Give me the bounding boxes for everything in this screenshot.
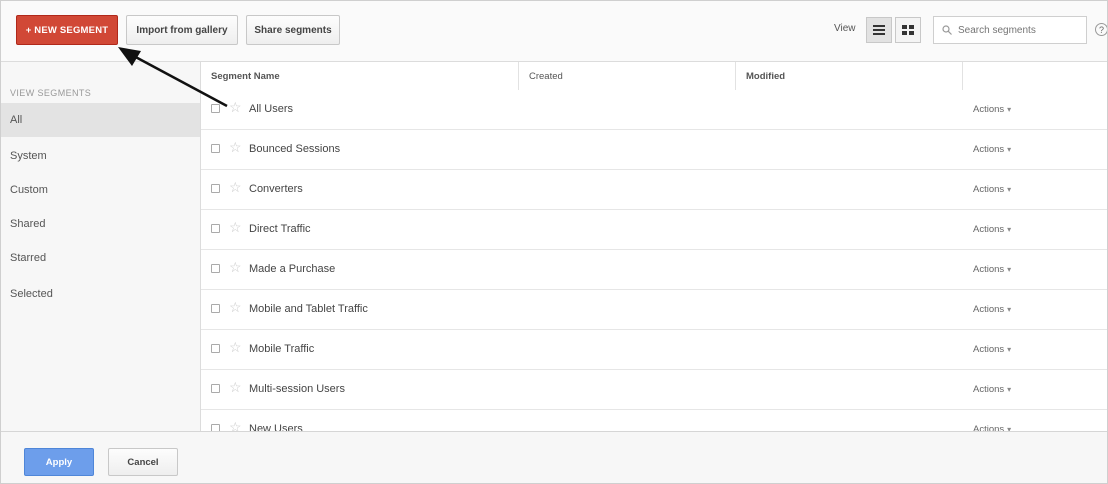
grid-view-toggle[interactable] bbox=[895, 17, 921, 43]
view-label: View bbox=[834, 23, 856, 34]
chevron-down-icon: ▾ bbox=[1007, 265, 1012, 274]
star-icon[interactable]: ☆ bbox=[229, 100, 242, 114]
table-row[interactable]: ☆ Converters Actions ▾ bbox=[201, 170, 1107, 210]
actions-dropdown[interactable]: Actions ▾ bbox=[973, 104, 1011, 115]
sidebar-item-all[interactable]: All bbox=[1, 103, 200, 137]
actions-dropdown[interactable]: Actions ▾ bbox=[973, 144, 1011, 155]
actions-label: Actions bbox=[973, 224, 1005, 235]
footer: Apply Cancel bbox=[1, 431, 1107, 483]
star-icon[interactable]: ☆ bbox=[229, 180, 242, 194]
segment-name[interactable]: All Users bbox=[249, 103, 293, 115]
segment-name[interactable]: New Users bbox=[249, 423, 303, 431]
search-icon bbox=[942, 25, 952, 35]
list-view-toggle[interactable] bbox=[866, 17, 892, 43]
segments-panel: + NEW SEGMENT Import from gallery Share … bbox=[0, 0, 1108, 484]
segment-name[interactable]: Made a Purchase bbox=[249, 263, 335, 275]
column-header-actions bbox=[963, 62, 1107, 90]
actions-dropdown[interactable]: Actions ▾ bbox=[973, 264, 1011, 275]
column-header-segment-name[interactable]: Segment Name bbox=[201, 62, 519, 90]
star-icon[interactable]: ☆ bbox=[229, 340, 242, 354]
segment-name[interactable]: Converters bbox=[249, 183, 303, 195]
sidebar-item-system[interactable]: System bbox=[1, 139, 200, 173]
actions-label: Actions bbox=[973, 184, 1005, 195]
actions-label: Actions bbox=[973, 144, 1005, 155]
toolbar: + NEW SEGMENT Import from gallery Share … bbox=[1, 1, 1107, 62]
table-row[interactable]: ☆ Made a Purchase Actions ▾ bbox=[201, 250, 1107, 290]
row-checkbox[interactable] bbox=[211, 384, 220, 393]
row-checkbox[interactable] bbox=[211, 344, 220, 353]
sidebar-item-selected[interactable]: Selected bbox=[1, 277, 200, 311]
column-header-created[interactable]: Created bbox=[519, 62, 736, 90]
actions-label: Actions bbox=[973, 424, 1005, 431]
grid-view-icon bbox=[902, 25, 914, 35]
star-icon[interactable]: ☆ bbox=[229, 300, 242, 314]
segment-name[interactable]: Multi-session Users bbox=[249, 383, 345, 395]
actions-dropdown[interactable]: Actions ▾ bbox=[973, 384, 1011, 395]
row-checkbox[interactable] bbox=[211, 144, 220, 153]
table-row[interactable]: ☆ Direct Traffic Actions ▾ bbox=[201, 210, 1107, 250]
actions-dropdown[interactable]: Actions ▾ bbox=[973, 224, 1011, 235]
sidebar-item-starred[interactable]: Starred bbox=[1, 241, 200, 275]
sidebar-heading: VIEW SEGMENTS bbox=[10, 88, 92, 98]
help-icon[interactable]: ? bbox=[1095, 23, 1107, 36]
table-row[interactable]: ☆ Mobile and Tablet Traffic Actions ▾ bbox=[201, 290, 1107, 330]
search-input[interactable] bbox=[956, 23, 1080, 37]
star-icon[interactable]: ☆ bbox=[229, 260, 242, 274]
star-icon[interactable]: ☆ bbox=[229, 140, 242, 154]
chevron-down-icon: ▾ bbox=[1007, 305, 1012, 314]
sidebar-item-custom[interactable]: Custom bbox=[1, 173, 200, 207]
segments-table: Segment Name Created Modified ☆ All User… bbox=[201, 62, 1107, 431]
row-checkbox[interactable] bbox=[211, 424, 220, 431]
sidebar-item-shared[interactable]: Shared bbox=[1, 207, 200, 241]
actions-label: Actions bbox=[973, 384, 1005, 395]
table-header: Segment Name Created Modified bbox=[201, 62, 1107, 91]
segment-name[interactable]: Direct Traffic bbox=[249, 223, 311, 235]
actions-label: Actions bbox=[973, 344, 1005, 355]
chevron-down-icon: ▾ bbox=[1007, 105, 1012, 114]
actions-label: Actions bbox=[973, 264, 1005, 275]
table-row[interactable]: ☆ Multi-session Users Actions ▾ bbox=[201, 370, 1107, 410]
row-checkbox[interactable] bbox=[211, 104, 220, 113]
star-icon[interactable]: ☆ bbox=[229, 420, 242, 431]
actions-label: Actions bbox=[973, 304, 1005, 315]
chevron-down-icon: ▾ bbox=[1007, 145, 1012, 154]
list-view-icon bbox=[873, 25, 885, 35]
row-checkbox[interactable] bbox=[211, 304, 220, 313]
actions-label: Actions bbox=[973, 104, 1005, 115]
actions-dropdown[interactable]: Actions ▾ bbox=[973, 304, 1011, 315]
table-row[interactable]: ☆ Bounced Sessions Actions ▾ bbox=[201, 130, 1107, 170]
segment-name[interactable]: Bounced Sessions bbox=[249, 143, 340, 155]
actions-dropdown[interactable]: Actions ▾ bbox=[973, 424, 1011, 431]
cancel-button[interactable]: Cancel bbox=[108, 448, 178, 476]
row-checkbox[interactable] bbox=[211, 224, 220, 233]
chevron-down-icon: ▾ bbox=[1007, 345, 1012, 354]
actions-dropdown[interactable]: Actions ▾ bbox=[973, 344, 1011, 355]
segment-name[interactable]: Mobile and Tablet Traffic bbox=[249, 303, 368, 315]
chevron-down-icon: ▾ bbox=[1007, 385, 1012, 394]
new-segment-button[interactable]: + NEW SEGMENT bbox=[16, 15, 118, 45]
star-icon[interactable]: ☆ bbox=[229, 220, 242, 234]
column-header-modified[interactable]: Modified bbox=[736, 62, 963, 90]
row-checkbox[interactable] bbox=[211, 184, 220, 193]
search-box[interactable] bbox=[933, 16, 1087, 44]
chevron-down-icon: ▾ bbox=[1007, 225, 1012, 234]
table-row[interactable]: ☆ New Users Actions ▾ bbox=[201, 410, 1107, 431]
segment-name[interactable]: Mobile Traffic bbox=[249, 343, 314, 355]
table-row[interactable]: ☆ Mobile Traffic Actions ▾ bbox=[201, 330, 1107, 370]
chevron-down-icon: ▾ bbox=[1007, 185, 1012, 194]
table-row[interactable]: ☆ All Users Actions ▾ bbox=[201, 90, 1107, 130]
sidebar: VIEW SEGMENTS All System Custom Shared S… bbox=[1, 62, 201, 431]
import-from-gallery-button[interactable]: Import from gallery bbox=[126, 15, 238, 45]
row-checkbox[interactable] bbox=[211, 264, 220, 273]
share-segments-button[interactable]: Share segments bbox=[246, 15, 340, 45]
apply-button[interactable]: Apply bbox=[24, 448, 94, 476]
actions-dropdown[interactable]: Actions ▾ bbox=[973, 184, 1011, 195]
star-icon[interactable]: ☆ bbox=[229, 380, 242, 394]
